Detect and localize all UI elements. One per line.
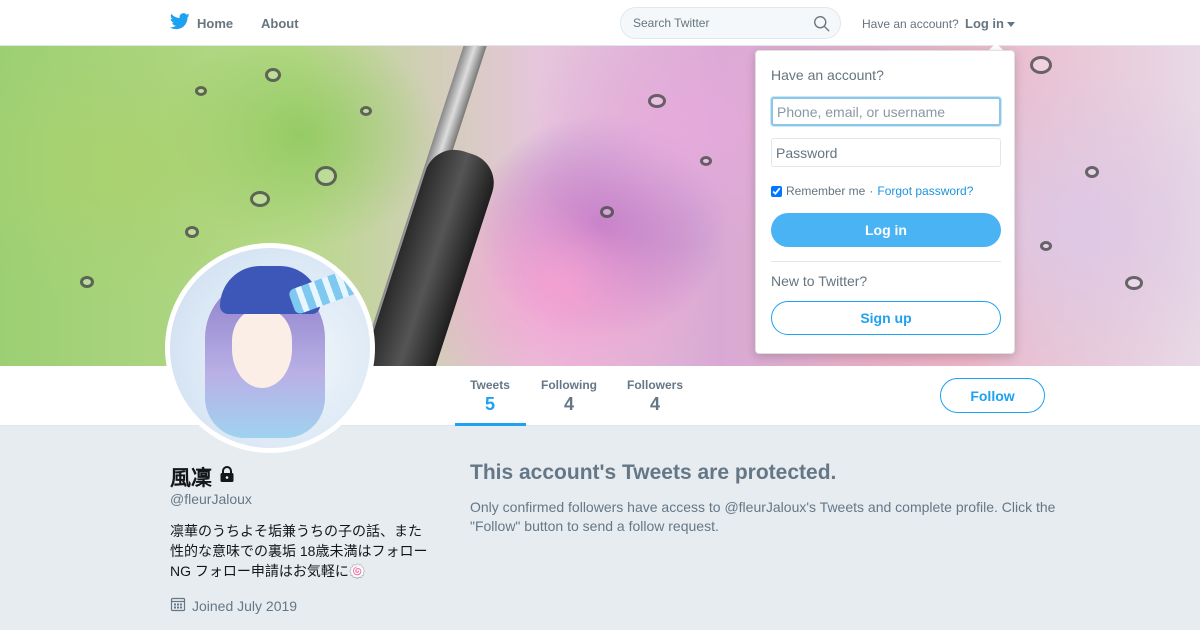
login-dropdown-toggle[interactable]: Log in <box>965 16 1015 31</box>
active-tab-underline <box>455 423 526 426</box>
banner-raindrop <box>1030 56 1052 74</box>
search-box <box>620 7 841 39</box>
stat-tweets-value: 5 <box>484 394 495 414</box>
remember-me-checkbox[interactable] <box>771 185 782 197</box>
banner-raindrop <box>185 226 199 238</box>
avatar-image <box>170 248 370 448</box>
signup-button[interactable]: Sign up <box>771 301 1001 335</box>
dropdown-heading: Have an account? <box>771 67 884 83</box>
profile-bio: 凛華のうちよそ垢兼うちの子の話、また性的な意味での裏垢 18歳未満はフォローNG… <box>170 523 428 579</box>
password-field[interactable] <box>771 138 1001 167</box>
new-to-twitter-text: New to Twitter? <box>771 273 868 289</box>
banner-raindrop <box>700 156 712 166</box>
stat-followers-value: 4 <box>649 394 660 414</box>
protected-description: Only confirmed followers have access to … <box>470 499 1056 534</box>
banner-raindrop <box>600 206 614 218</box>
stat-following-value: 4 <box>563 394 574 414</box>
banner-raindrop <box>360 106 372 116</box>
banner-raindrop <box>1085 166 1099 178</box>
avatar-face <box>232 310 292 388</box>
stat-followers[interactable]: Followers 4 <box>622 378 688 415</box>
profile-joined: Joined July 2019 <box>170 596 297 615</box>
banner-raindrop <box>648 94 666 108</box>
username-field[interactable] <box>771 97 1001 126</box>
login-dropdown: Have an account? Remember me · Forgot pa… <box>755 50 1015 354</box>
login-link-label: Log in <box>965 16 1004 31</box>
twitter-bird-icon <box>169 13 190 33</box>
stat-following-label: Following <box>541 378 597 392</box>
banner-raindrop <box>80 276 94 288</box>
nav-home-link[interactable]: Home <box>169 13 234 33</box>
remember-me-label[interactable]: Remember me <box>786 184 865 198</box>
protected-title: This account's Tweets are protected. <box>470 461 837 484</box>
remember-row: Remember me · Forgot password? <box>771 184 973 198</box>
forgot-password-link[interactable]: Forgot password? <box>877 184 973 198</box>
lock-icon <box>218 465 236 489</box>
calendar-icon <box>170 596 186 615</box>
banner-raindrop <box>250 191 270 207</box>
profile-name-text: 風凜 <box>170 467 212 490</box>
nav-about-link[interactable]: About <box>261 16 299 31</box>
banner-raindrop <box>315 166 337 186</box>
nav-home-label: Home <box>197 15 234 31</box>
stat-tweets-label: Tweets <box>470 378 510 392</box>
dropdown-divider <box>771 261 1001 262</box>
search-input[interactable] <box>633 16 808 30</box>
banner-raindrop <box>265 68 281 82</box>
stat-following[interactable]: Following 4 <box>536 378 602 415</box>
search-icon[interactable] <box>813 15 830 37</box>
profile-handle[interactable]: @fleurJaloux <box>170 491 252 507</box>
profile-joined-text: Joined July 2019 <box>192 597 298 614</box>
banner-raindrop <box>1125 276 1143 290</box>
banner-raindrop <box>195 86 207 96</box>
profile-name: 風凜 <box>170 462 236 492</box>
top-navigation-bar: Home About Have an account? Log in <box>0 0 1200 46</box>
stat-followers-label: Followers <box>626 378 683 392</box>
login-button[interactable]: Log in <box>771 213 1001 247</box>
remember-separator: · <box>869 184 874 198</box>
follow-button[interactable]: Follow <box>940 378 1045 413</box>
caret-down-icon <box>1007 21 1015 27</box>
banner-raindrop <box>1040 241 1052 251</box>
have-account-text: Have an account? <box>862 17 959 31</box>
stat-tweets[interactable]: Tweets 5 <box>460 378 520 415</box>
profile-avatar[interactable] <box>165 243 375 453</box>
